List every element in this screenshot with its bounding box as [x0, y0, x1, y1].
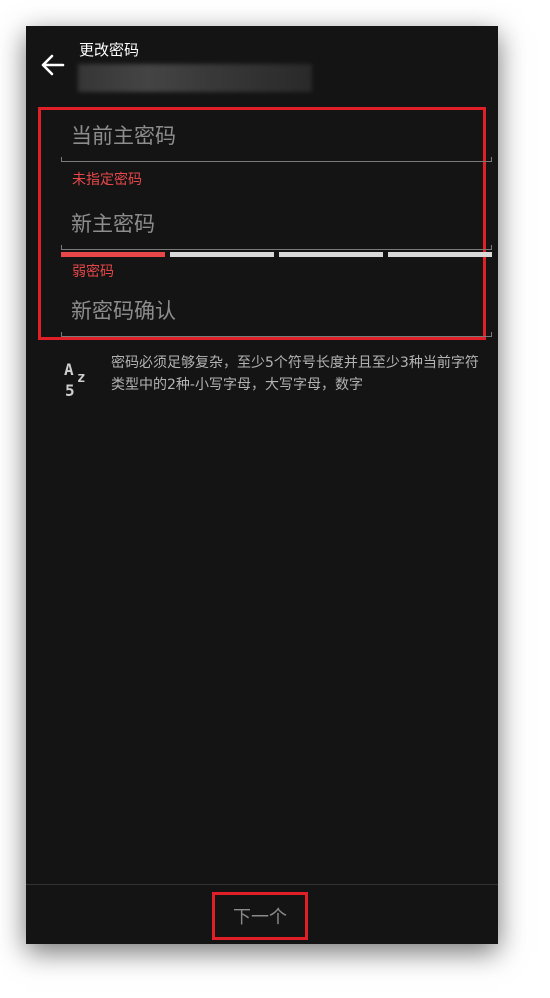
- account-name-redacted: [78, 64, 312, 92]
- current-password-field[interactable]: [61, 118, 492, 162]
- arrow-left-icon: [41, 54, 65, 76]
- strength-segment: [170, 252, 274, 257]
- confirm-password-underline: [61, 332, 492, 337]
- next-button[interactable]: 下一个: [212, 892, 308, 940]
- back-button[interactable]: [38, 50, 68, 80]
- svg-text:z: z: [77, 370, 85, 386]
- current-password-error: 未指定密码: [72, 172, 142, 188]
- svg-text:A: A: [64, 360, 74, 379]
- new-password-underline: [61, 245, 492, 250]
- password-requirements-text: 密码必须足够复杂，至少5个符号长度并且至少3种当前字符类型中的2种-小写字母，大…: [111, 355, 479, 393]
- password-form: 未指定密码 弱密码: [38, 107, 492, 340]
- top-bar: 更改密码: [26, 26, 498, 100]
- current-password-underline: [61, 157, 492, 162]
- current-password-input[interactable]: [61, 118, 492, 154]
- strength-segment: [61, 252, 165, 257]
- strength-segment: [388, 252, 492, 257]
- password-strength-meter: [61, 252, 492, 257]
- new-password-input[interactable]: [61, 206, 492, 242]
- confirm-password-field[interactable]: [61, 293, 492, 337]
- page-title: 更改密码: [79, 41, 140, 59]
- password-strength-label: 弱密码: [72, 264, 114, 280]
- confirm-password-input[interactable]: [61, 293, 492, 329]
- footer-divider: [26, 884, 498, 885]
- svg-text:5: 5: [65, 381, 75, 398]
- strength-segment: [279, 252, 383, 257]
- az-complexity-icon: A z 5: [64, 360, 85, 398]
- new-password-field[interactable]: [61, 206, 492, 250]
- app-screen: 更改密码 未指定密码 弱密码 A z 5 密码必须足够复杂，至少5个符号长度并且…: [26, 26, 498, 944]
